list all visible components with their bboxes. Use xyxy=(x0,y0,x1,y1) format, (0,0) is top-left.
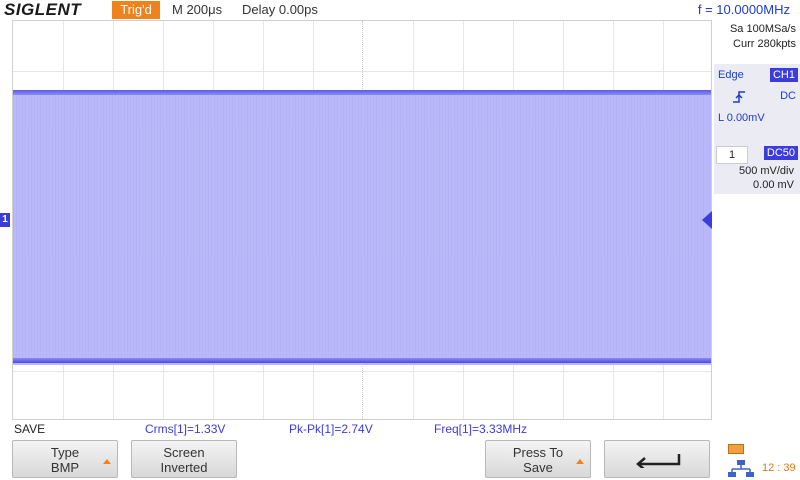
waveform-bottom-edge xyxy=(13,358,711,363)
brand-logo: SIGLENT xyxy=(4,0,82,19)
channel-number: 1 xyxy=(716,146,748,164)
right-info-panel: Sa 100MSa/s Curr 280kpts Edge CH1 DC L 0… xyxy=(712,20,800,420)
trigger-coupling: DC xyxy=(780,90,796,102)
softkey-press-to-save[interactable]: Press To Save xyxy=(485,440,591,478)
back-arrow-icon xyxy=(636,454,681,468)
clock: 12 : 39 xyxy=(762,462,796,474)
rising-edge-icon xyxy=(733,91,745,103)
ch1-waveform-envelope xyxy=(13,91,711,365)
softkey-type[interactable]: Type BMP xyxy=(12,440,118,478)
channel-coupling-badge: DC50 xyxy=(763,146,798,160)
system-status: 12 : 39 xyxy=(722,440,800,480)
waveform-top-edge xyxy=(13,90,711,95)
softkey-label: Press To xyxy=(512,445,564,460)
trigger-type: Edge xyxy=(718,69,744,81)
softkey-value: BMP xyxy=(50,460,80,475)
softkey-value: Save xyxy=(523,460,553,475)
softkey-back[interactable] xyxy=(604,440,710,478)
trigger-info-box[interactable]: Edge CH1 DC L 0.00mV xyxy=(714,64,800,146)
delay-readout[interactable]: Delay 0.00ps xyxy=(242,0,318,20)
timebase-readout[interactable]: M 200μs xyxy=(172,0,222,20)
trigger-level-marker[interactable] xyxy=(702,211,712,229)
waveform-display[interactable] xyxy=(12,20,712,420)
trigger-source-badge: CH1 xyxy=(769,68,798,82)
usb-storage-icon xyxy=(728,444,744,454)
softkey-label: Screen xyxy=(163,445,205,460)
softkey-label: Type xyxy=(50,445,80,460)
sample-rate: Sa 100MSa/s xyxy=(729,23,796,35)
channel-info-box[interactable]: 1 DC50 500 mV/div 0.00 mV xyxy=(714,144,800,194)
select-arrow-icon xyxy=(576,459,584,464)
network-icon xyxy=(728,460,754,477)
top-status-bar: SIGLENT Trig'd M 200μs Delay 0.00ps f = … xyxy=(0,0,800,20)
measurement-pk-pk: Pk-Pk[1]=2.74V xyxy=(289,422,373,436)
ch1-ground-marker[interactable]: 1 xyxy=(0,213,10,227)
measurement-freq: Freq[1]=3.33MHz xyxy=(434,422,528,436)
measurement-crms: Crms[1]=1.33V xyxy=(145,422,226,436)
softkey-value: Inverted xyxy=(160,460,208,475)
select-arrow-icon xyxy=(103,459,111,464)
menu-title: SAVE xyxy=(14,422,46,436)
trigger-level: L 0.00mV xyxy=(718,112,765,124)
trigger-status-badge: Trig'd xyxy=(112,1,160,19)
vertical-scale: 500 mV/div xyxy=(738,165,794,177)
frequency-counter: f = 10.0000MHz xyxy=(697,2,790,17)
measurement-bar: SAVE Crms[1]=1.33V Pk-Pk[1]=2.74V Freq[1… xyxy=(0,420,712,438)
memory-depth: Curr 280kpts xyxy=(733,38,796,50)
vertical-offset: 0.00 mV xyxy=(753,179,794,191)
acquire-info: Sa 100MSa/s Curr 280kpts xyxy=(712,22,800,52)
softkey-screen[interactable]: Screen Inverted xyxy=(131,440,237,478)
